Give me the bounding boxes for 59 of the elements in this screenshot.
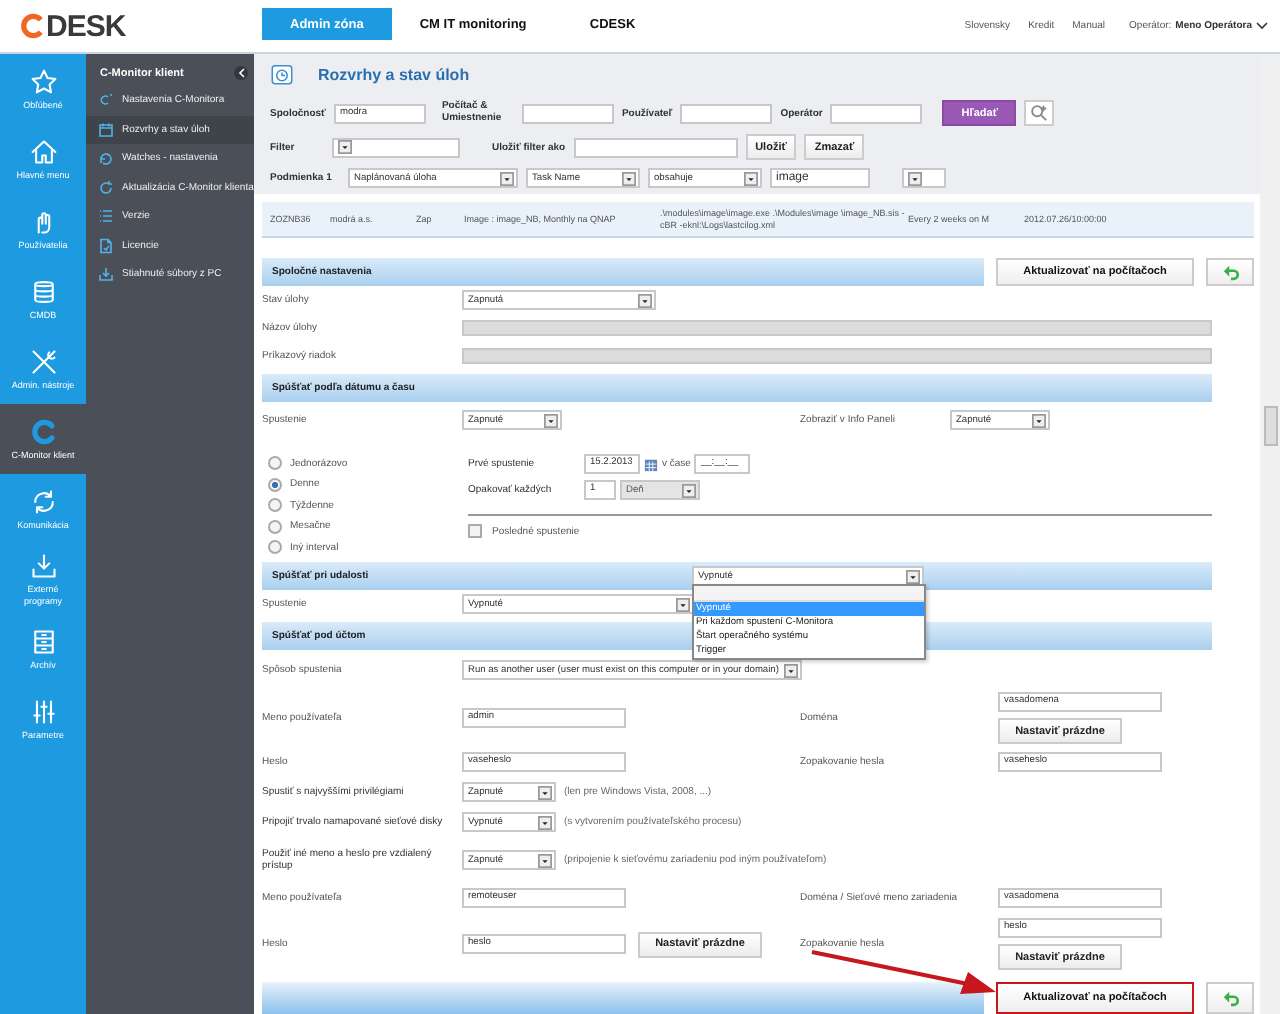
caret-icon: [908, 171, 922, 185]
add-search-button[interactable]: [1024, 100, 1055, 126]
dropdown[interactable]: [332, 137, 460, 157]
c-logo-icon: [98, 92, 114, 109]
search-icon: [1030, 104, 1049, 122]
caret-icon: [338, 140, 352, 154]
refresh-icon: [98, 179, 114, 196]
radio-button[interactable]: [268, 540, 282, 555]
text-field[interactable]: [521, 103, 614, 123]
empty-option[interactable]: [694, 586, 924, 602]
radio-button[interactable]: [268, 456, 282, 471]
sync-icon: [29, 487, 57, 516]
caret-icon: [538, 815, 552, 829]
chevron-icon: [1256, 22, 1268, 30]
undo-arrow-icon: [1221, 989, 1239, 1007]
calendar-clock-icon: [270, 62, 294, 86]
cabinet-icon: [29, 627, 57, 656]
text-field[interactable]: [830, 103, 923, 123]
logo-icon: [18, 12, 46, 40]
caret-icon: [906, 569, 920, 583]
database-icon: [29, 277, 57, 306]
scrollbar[interactable]: [1260, 54, 1280, 1014]
caret-icon: [538, 853, 552, 867]
caret-icon: [538, 785, 552, 799]
chevron-icon: [237, 68, 245, 78]
radio-button[interactable]: [268, 498, 282, 513]
caret-icon: [676, 597, 690, 611]
sliders-icon: [29, 697, 57, 726]
checkbox[interactable]: [468, 524, 482, 538]
caret-icon: [682, 483, 696, 497]
download-icon: [98, 266, 114, 283]
refresh-icon: [98, 150, 114, 167]
collapse-button[interactable]: [234, 66, 248, 80]
caret-icon: [544, 413, 558, 427]
undo-arrow-icon: [1221, 263, 1239, 281]
radio-button[interactable]: [268, 477, 282, 492]
star-icon: [29, 67, 57, 96]
caret-icon: [500, 171, 514, 185]
page-title: Rozvrhy a stav úloh: [318, 65, 470, 83]
caret-icon: [622, 171, 636, 185]
c-logo-icon: [29, 417, 57, 446]
back-button[interactable]: [1206, 258, 1254, 286]
caret-icon: [638, 293, 652, 307]
radio-button[interactable]: [268, 519, 282, 534]
caret-icon: [784, 663, 799, 677]
dropdown[interactable]: [902, 168, 946, 188]
back-button[interactable]: [1206, 982, 1254, 1014]
tools-icon: [29, 347, 57, 376]
download-icon: [29, 552, 57, 581]
calendar-icon: [98, 121, 114, 138]
house-icon: [29, 137, 57, 166]
text-field[interactable]: [680, 103, 773, 123]
caret-icon: [1032, 413, 1046, 427]
logo-text: DESK: [46, 9, 126, 43]
calendar-icon: [644, 457, 658, 471]
caret-icon: [744, 171, 758, 185]
document-icon: [98, 237, 114, 254]
list-icon: [98, 208, 114, 225]
text-field[interactable]: [573, 137, 738, 157]
